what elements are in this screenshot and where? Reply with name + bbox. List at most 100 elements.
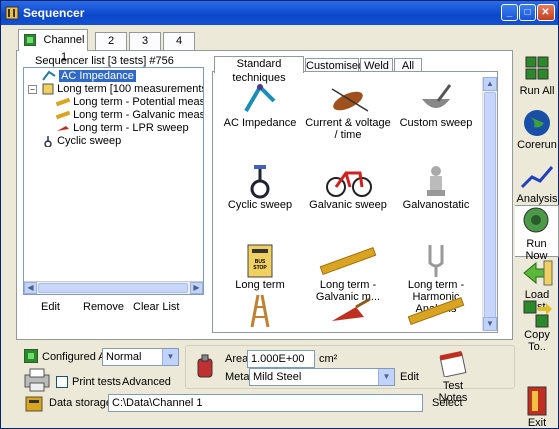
edit-button[interactable]: Edit bbox=[41, 301, 60, 313]
select-button[interactable]: Select bbox=[432, 397, 463, 409]
tree-item-ac-impedance[interactable]: AC Impedance bbox=[42, 70, 136, 83]
side-button-label: Exit bbox=[527, 417, 547, 429]
technique-label: Long term bbox=[235, 279, 285, 291]
maximize-button[interactable]: □ bbox=[519, 4, 536, 21]
copy-to-icon bbox=[523, 300, 552, 328]
copy-to-button[interactable]: Copy To.. bbox=[516, 297, 558, 353]
exit-button[interactable]: Exit bbox=[516, 385, 558, 429]
side-button-label: Analysis bbox=[516, 193, 558, 205]
configured-as-select[interactable]: Normal ▼ bbox=[102, 348, 179, 366]
printer-icon bbox=[24, 368, 50, 392]
clear-list-button[interactable]: Clear List bbox=[133, 301, 179, 313]
window-title: Sequencer bbox=[23, 6, 85, 20]
ladder-icon bbox=[250, 294, 270, 328]
bus-stop-text: BUS STOP bbox=[253, 259, 267, 271]
ruler-icon bbox=[55, 110, 71, 120]
sequencer-window: Sequencer _ □ ✕ Channel 1 2 3 4 Sequence… bbox=[0, 0, 559, 429]
dustpan-icon bbox=[332, 297, 371, 321]
scroll-right-icon[interactable]: ▶ bbox=[190, 282, 203, 294]
side-button-label: Corerun bbox=[517, 139, 557, 151]
technique-custom-sweep[interactable]: Custom sweep bbox=[392, 81, 480, 129]
tab-label: Channel 1 bbox=[43, 34, 85, 63]
bicycle-icon bbox=[326, 171, 372, 197]
corerun-button[interactable]: Corerun bbox=[516, 107, 558, 151]
tree-item-label: Cyclic sweep bbox=[57, 135, 122, 147]
technique-galvanic-sweep[interactable]: Galvanic sweep bbox=[304, 163, 392, 211]
technique-dustpan[interactable] bbox=[304, 293, 392, 329]
tree-horizontal-scrollbar[interactable]: ◀ ▶ bbox=[24, 281, 203, 294]
side-button-label: Copy To.. bbox=[524, 329, 550, 353]
data-storage-input[interactable]: C:\Data\Channel 1 bbox=[108, 394, 423, 412]
tree-item-long-term[interactable]: − Long term [100 measurements] bbox=[28, 83, 203, 96]
gallery-vertical-scrollbar[interactable]: ▲ ▼ bbox=[482, 77, 497, 331]
tab-label: 2 bbox=[107, 35, 115, 47]
remove-button[interactable]: Remove bbox=[83, 301, 124, 313]
close-icon: ✕ bbox=[541, 7, 550, 18]
configured-as-label: Configured As bbox=[42, 351, 112, 363]
technique-label: Galvanic sweep bbox=[309, 199, 387, 211]
technique-ladder[interactable] bbox=[216, 293, 304, 329]
cell-flask-icon bbox=[197, 354, 213, 378]
chevron-down-icon[interactable]: ▼ bbox=[378, 369, 394, 385]
print-tests-checkbox[interactable] bbox=[56, 376, 68, 388]
scroll-left-icon[interactable]: ◀ bbox=[24, 282, 37, 294]
tab-channel-3[interactable]: 3 bbox=[129, 32, 161, 50]
technique-galvanostatic[interactable]: Galvanostatic bbox=[392, 163, 480, 211]
tab-channel-2[interactable]: 2 bbox=[95, 32, 127, 50]
tab-standard-techniques[interactable]: Standard techniques bbox=[214, 56, 304, 84]
collapse-icon[interactable]: − bbox=[28, 84, 37, 94]
metal-value: Mild Steel bbox=[253, 371, 302, 383]
mortar-icon bbox=[422, 84, 452, 108]
scroll-thumb[interactable] bbox=[484, 92, 496, 322]
data-storage-value: C:\Data\Channel 1 bbox=[112, 397, 203, 409]
ac-impedance-icon bbox=[42, 70, 56, 81]
tab-channel-4[interactable]: 4 bbox=[163, 32, 195, 50]
print-tests-label: Print tests bbox=[72, 376, 121, 388]
technique-cyclic-sweep[interactable]: Cyclic sweep bbox=[216, 163, 304, 211]
unicycle-icon bbox=[250, 165, 270, 199]
tree-item-label: Long term - Potential measureme bbox=[73, 96, 204, 108]
title-bar: Sequencer _ □ ✕ bbox=[1, 1, 558, 25]
scroll-thumb[interactable] bbox=[38, 283, 188, 293]
tab-label: 3 bbox=[141, 35, 149, 47]
tree-item-galvanic[interactable]: Long term - Galvanic measureme bbox=[55, 109, 203, 122]
tree-item-potential[interactable]: Long term - Potential measureme bbox=[55, 96, 204, 109]
tree-item-label: Long term - LPR sweep bbox=[73, 122, 189, 134]
scroll-down-icon[interactable]: ▼ bbox=[483, 317, 497, 331]
tree-item-lpr-sweep[interactable]: Long term - LPR sweep bbox=[56, 122, 189, 135]
ruler-icon bbox=[407, 297, 465, 325]
close-button[interactable]: ✕ bbox=[537, 4, 555, 21]
technique-ac-impedance[interactable]: AC Impedance bbox=[216, 81, 304, 129]
connector-icon bbox=[523, 207, 549, 233]
scroll-up-icon[interactable]: ▲ bbox=[483, 77, 497, 91]
technique-long-term[interactable]: BUS STOP Long term bbox=[216, 243, 304, 291]
run-all-button[interactable]: Run All bbox=[516, 53, 558, 97]
tree-item-cyclic-sweep[interactable]: Cyclic sweep bbox=[42, 135, 121, 148]
run-now-button[interactable]: Run Now bbox=[515, 205, 559, 262]
technique-ruler[interactable] bbox=[392, 293, 480, 329]
technique-current-voltage[interactable]: Current & voltage / time bbox=[304, 81, 392, 141]
technique-label: Cyclic sweep bbox=[227, 199, 293, 211]
violin-icon bbox=[331, 88, 369, 112]
advanced-button[interactable]: Advanced bbox=[122, 376, 171, 388]
maximize-icon: □ bbox=[524, 7, 531, 18]
tab-channel-1[interactable]: Channel 1 bbox=[18, 29, 88, 63]
minimize-button[interactable]: _ bbox=[501, 4, 518, 21]
technique-label: Galvanostatic bbox=[402, 199, 470, 211]
app-icon bbox=[5, 6, 19, 20]
metal-edit-button[interactable]: Edit bbox=[400, 371, 419, 383]
chevron-down-icon[interactable]: ▼ bbox=[162, 349, 178, 365]
metal-select[interactable]: Mild Steel ▼ bbox=[249, 368, 395, 386]
area-input[interactable]: 1.000E+00 bbox=[247, 350, 315, 368]
globe-icon bbox=[524, 110, 550, 136]
analysis-button[interactable]: Analysis bbox=[516, 161, 558, 205]
dustpan-icon bbox=[57, 126, 69, 132]
area-unit: cm² bbox=[319, 353, 338, 365]
statue-icon bbox=[427, 166, 445, 196]
exit-door-icon bbox=[527, 386, 547, 416]
test-notes-button[interactable]: Test Notes bbox=[429, 349, 477, 404]
ruler-icon bbox=[55, 97, 71, 107]
sequencer-tree[interactable]: AC Impedance − Long term [100 measuremen… bbox=[23, 67, 204, 295]
technique-label: Current & voltage / time bbox=[305, 117, 391, 141]
configured-status-icon bbox=[24, 349, 38, 363]
